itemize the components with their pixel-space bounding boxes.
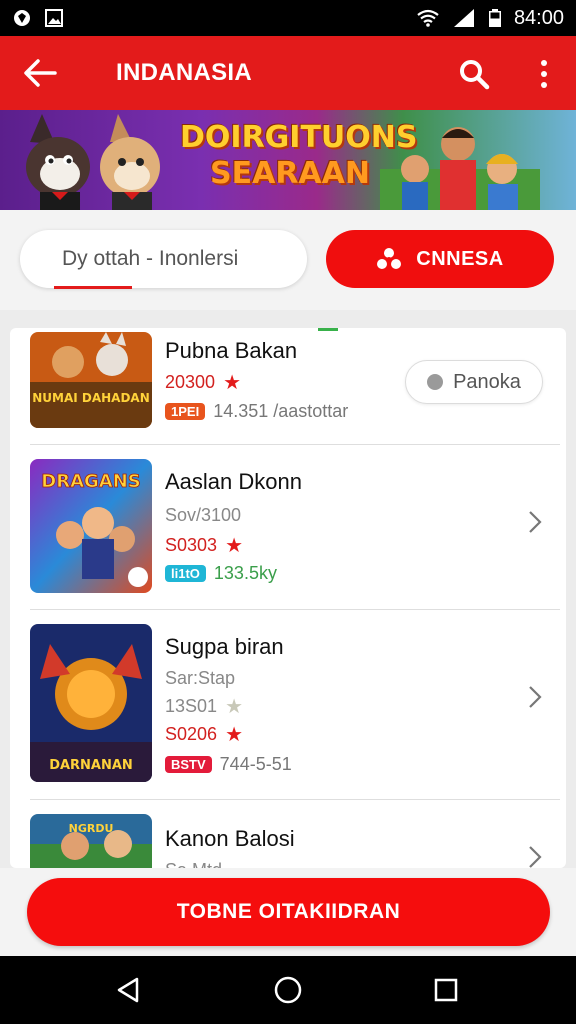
game-list: NUMAI DAHADAN Pubna Bakan 20300 ★ 1PEI 1… <box>10 328 566 868</box>
thumb-label: DARNANAN <box>49 758 133 773</box>
wifi-icon <box>417 9 439 27</box>
system-nav-bar <box>0 956 576 1024</box>
item-thumbnail: NGRDU <box>30 814 152 868</box>
back-arrow-icon <box>24 59 57 87</box>
nav-recents-button[interactable] <box>426 970 466 1010</box>
star-icon: ★ <box>223 372 241 394</box>
more-options-button[interactable] <box>520 50 568 98</box>
item-subtitle: Sov/3100 <box>165 505 242 525</box>
star-icon: ★ <box>225 535 243 557</box>
search-icon <box>460 60 490 90</box>
thumb-label: NGRDU <box>69 822 114 835</box>
radio-dot-icon <box>427 374 444 390</box>
nav-home-button[interactable] <box>268 970 308 1010</box>
rating-value: S0303 <box>165 535 218 555</box>
item-meta: 1PEI 14.351 /aastottar <box>165 401 348 422</box>
app-bar: INDANASIA <box>0 36 576 110</box>
primary-cta-button[interactable]: TOBNE OITAKIIDRAN <box>27 878 550 946</box>
secondary-rating-value: 13S01 <box>165 696 218 716</box>
more-vert-icon <box>541 60 547 88</box>
list-item[interactable]: NUMAI DAHADAN Pubna Bakan 20300 ★ 1PEI 1… <box>10 328 566 444</box>
nav-recents-icon <box>434 978 458 1002</box>
item-action-button[interactable]: Panoka <box>405 360 543 404</box>
item-meta-text: 133.5ky <box>213 563 277 583</box>
nav-back-icon <box>117 977 139 1003</box>
rating-value: 20300 <box>165 372 216 392</box>
nav-back-button[interactable] <box>108 970 148 1010</box>
item-meta: li1tO 133.5ky <box>165 563 277 584</box>
search-button[interactable] <box>450 50 498 98</box>
star-icon: ★ <box>225 696 243 718</box>
nav-home-icon <box>274 976 302 1004</box>
item-thumbnail: DARNANAN <box>30 624 152 782</box>
thumb-label: DRAGANS <box>41 471 140 492</box>
image-icon <box>45 9 63 27</box>
filter-button-label: CNNESA <box>416 247 504 270</box>
filter-button[interactable]: CNNESA <box>326 230 554 288</box>
search-input[interactable]: Dy ottah - Inonlersi <box>20 230 307 288</box>
list-item[interactable]: DRAGANS Aaslan Dkonn Sov/3100 S0303 ★ li… <box>10 445 566 609</box>
banner-title: DOIRGITUONS SEARAAN <box>180 120 418 192</box>
item-meta-text: 744-5-51 <box>219 754 292 774</box>
thumb-label: NUMAI DAHADAN <box>32 391 150 405</box>
list-item[interactable]: DARNANAN Sugpa biran Sar:Stap 13S01 ★ S0… <box>10 610 566 798</box>
banner-title-line1: DOIRGITUONS <box>180 120 418 155</box>
back-button[interactable] <box>0 36 80 110</box>
item-subtitle: Sa Mtd <box>165 860 222 868</box>
item-rating: 20300 ★ <box>165 370 241 395</box>
item-meta: BSTV 744-5-51 <box>165 754 292 775</box>
item-tag: 1PEI <box>165 403 206 420</box>
item-meta-text: 14.351 /aastottar <box>213 401 349 421</box>
promo-banner[interactable]: DOIRGITUONS SEARAAN <box>0 110 576 210</box>
chevron-right-icon[interactable] <box>520 842 550 868</box>
chevron-right-icon[interactable] <box>520 682 550 712</box>
banner-title-line2: SEARAAN <box>210 156 370 191</box>
item-title: Kanon Balosi <box>165 826 295 851</box>
shield-icon <box>14 10 30 26</box>
item-title: Sugpa biran <box>165 634 284 659</box>
action-label: Panoka <box>453 370 521 393</box>
item-title: Pubna Bakan <box>165 338 298 363</box>
battery-icon <box>488 9 501 27</box>
filter-bar: Dy ottah - Inonlersi CNNESA <box>0 210 576 310</box>
status-time: 84:00 <box>513 6 564 29</box>
chevron-right-icon[interactable] <box>520 507 550 537</box>
star-icon: ★ <box>225 724 243 746</box>
signal-icon <box>453 9 474 27</box>
item-subtitle: Sar:Stap <box>165 668 236 688</box>
item-secondary-rating: 13S01 ★ <box>165 694 243 719</box>
item-tag: BSTV <box>165 756 212 773</box>
list-item[interactable]: NGRDU Kanon Balosi Sa Mtd <box>10 800 566 868</box>
filter-icon <box>377 248 402 269</box>
item-thumbnail: DRAGANS <box>30 459 152 593</box>
item-rating: S0303 ★ <box>165 533 243 558</box>
search-tab-indicator <box>54 286 132 289</box>
rating-value: S0206 <box>165 724 218 744</box>
banner-characters-right <box>380 127 540 210</box>
app-title: INDANASIA <box>116 59 253 86</box>
banner-characters-left <box>26 114 160 210</box>
item-rating: S0206 ★ <box>165 722 243 747</box>
item-tag: li1tO <box>165 565 206 582</box>
status-bar: 84:00 <box>0 0 576 36</box>
item-title: Aaslan Dkonn <box>165 469 302 494</box>
item-thumbnail: NUMAI DAHADAN <box>30 332 152 428</box>
